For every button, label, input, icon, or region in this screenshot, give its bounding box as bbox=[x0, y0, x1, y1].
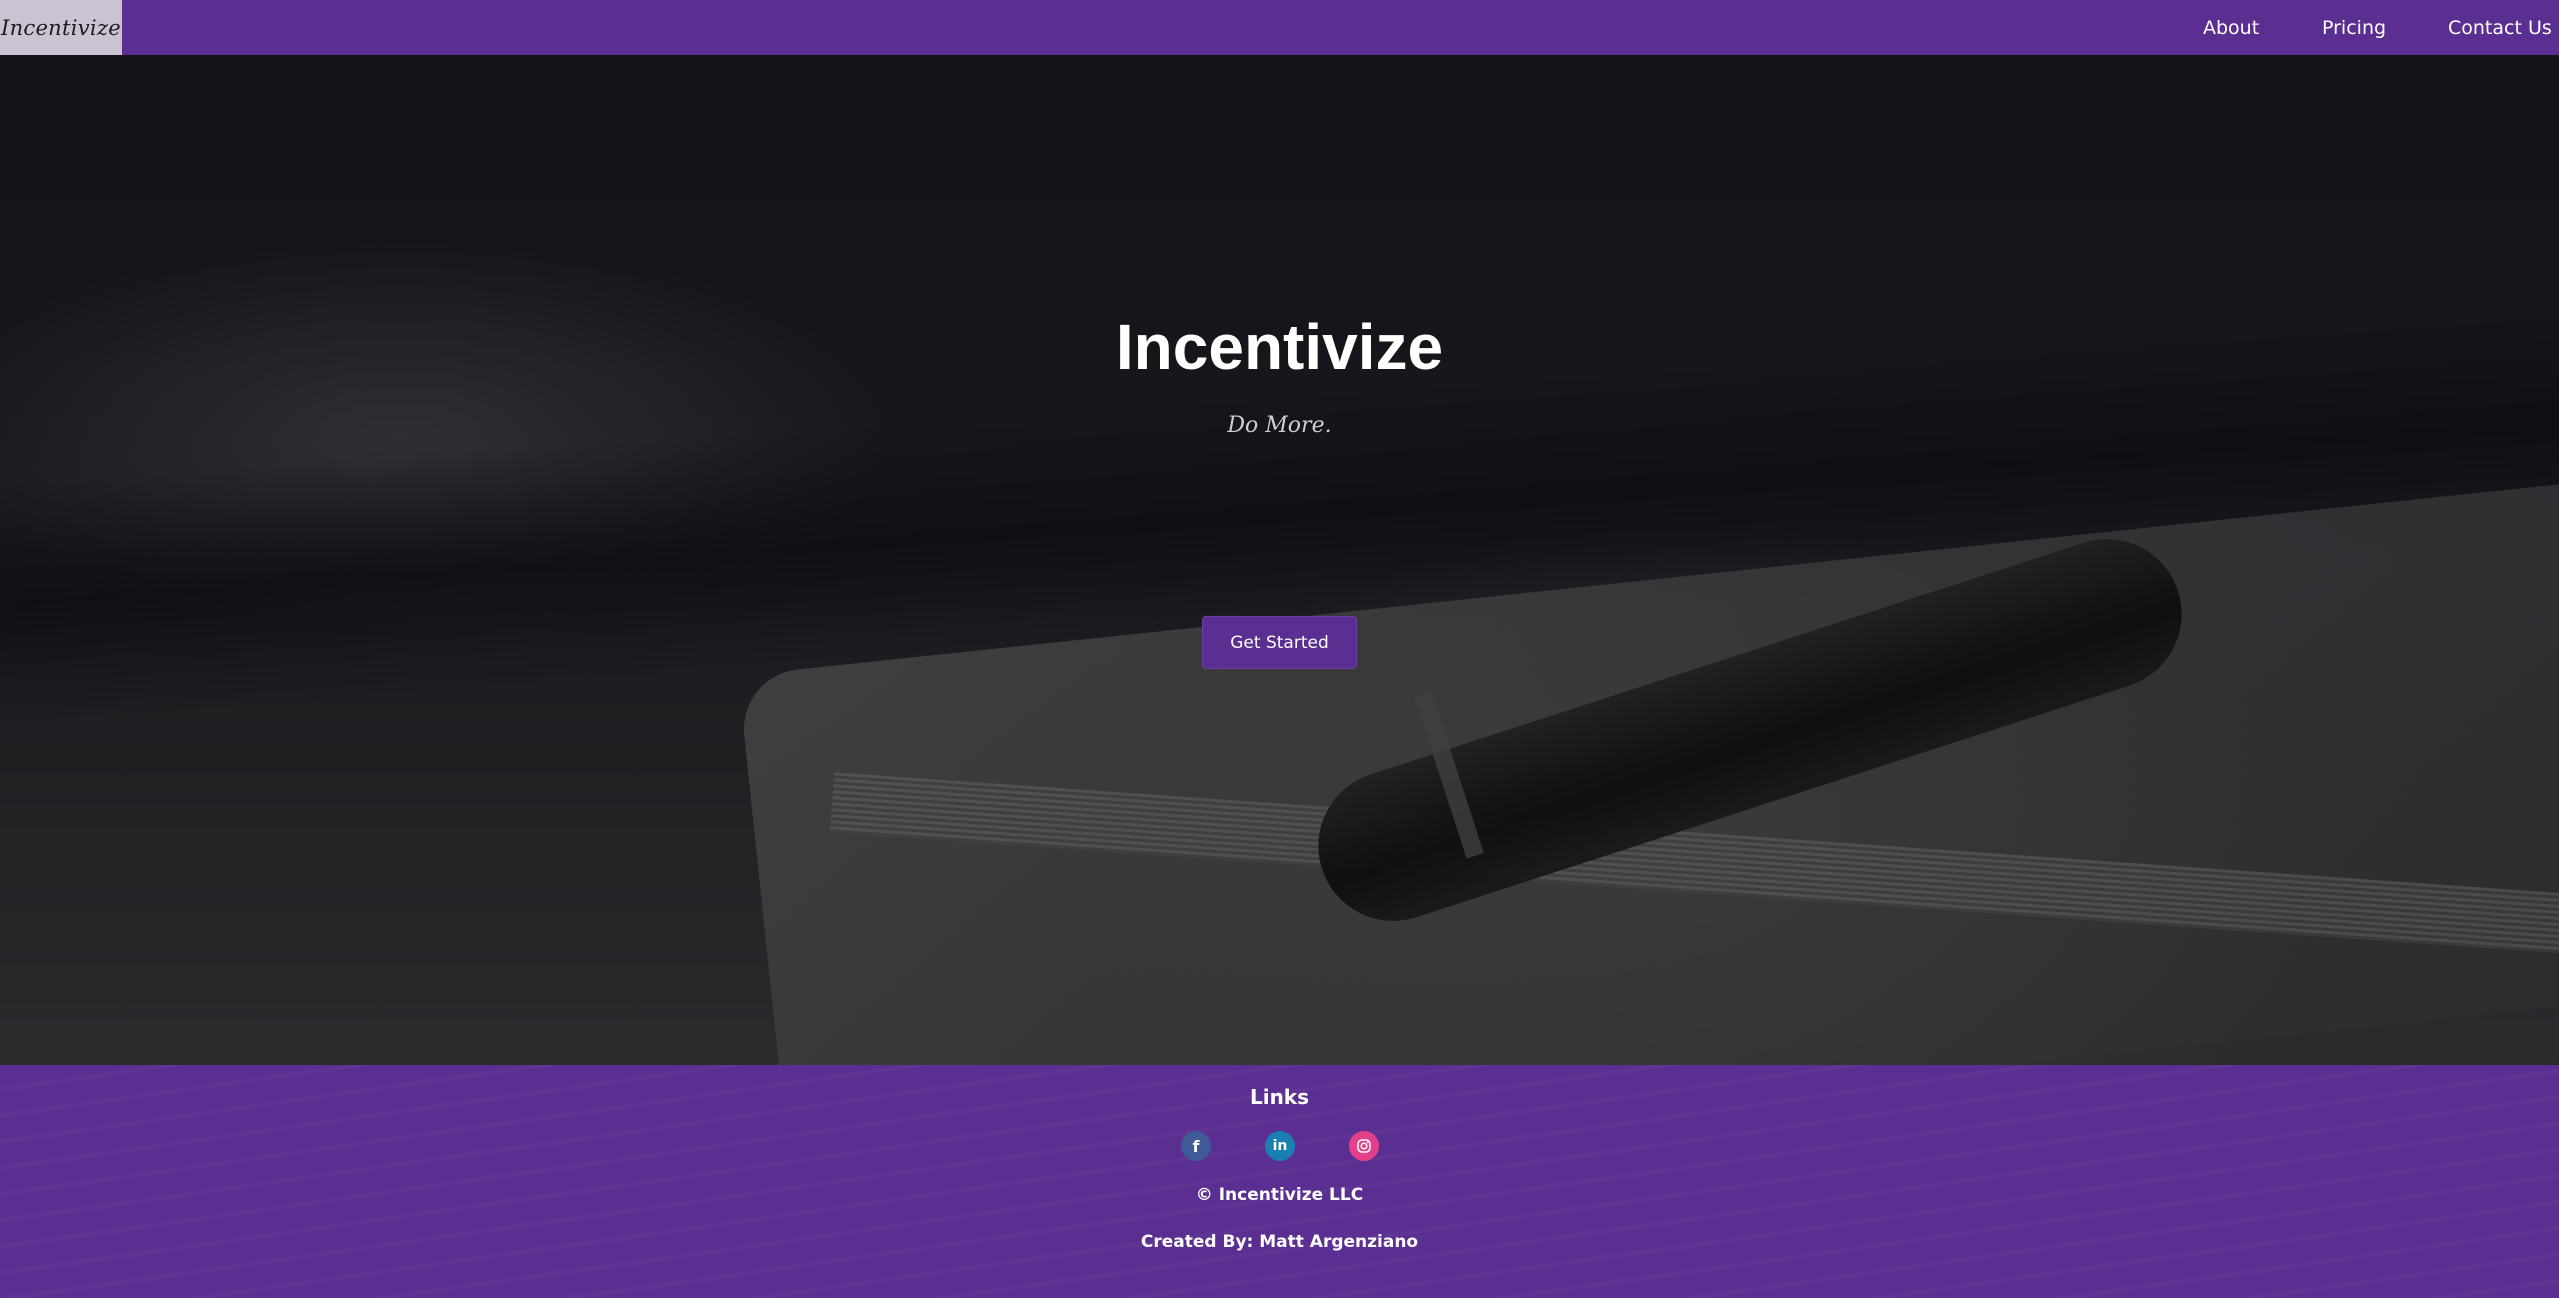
linkedin-glyph: in bbox=[1272, 1138, 1288, 1154]
nav-link-pricing[interactable]: Pricing bbox=[2322, 0, 2386, 55]
nav-link-about[interactable]: About bbox=[2203, 0, 2259, 55]
hero-section: Incentivize Do More. Get Started bbox=[0, 55, 2559, 1065]
created-by-text: Created By: Matt Argenziano bbox=[1140, 1232, 1419, 1252]
instagram-icon[interactable] bbox=[1349, 1131, 1379, 1161]
linkedin-icon[interactable]: in bbox=[1265, 1131, 1295, 1161]
navbar: Incentivize About Pricing Contact Us bbox=[0, 0, 2559, 55]
facebook-icon[interactable]: f bbox=[1181, 1131, 1211, 1161]
instagram-glyph bbox=[1357, 1139, 1371, 1153]
nav-link-contact[interactable]: Contact Us bbox=[2448, 0, 2552, 55]
brand-logo-link[interactable]: Incentivize bbox=[0, 0, 122, 55]
get-started-button[interactable]: Get Started bbox=[1202, 616, 1357, 669]
hero-tagline: Do More. bbox=[1227, 413, 1332, 438]
hero-title: Incentivize bbox=[1115, 311, 1444, 383]
copyright-text: © Incentivize LLC bbox=[1195, 1185, 1364, 1205]
footer-links-heading: Links bbox=[1249, 1085, 1310, 1109]
footer: Links f in © Incentivize LLC Created By:… bbox=[0, 1065, 2559, 1298]
facebook-glyph: f bbox=[1192, 1136, 1200, 1156]
hero-overlay bbox=[0, 55, 2559, 1065]
